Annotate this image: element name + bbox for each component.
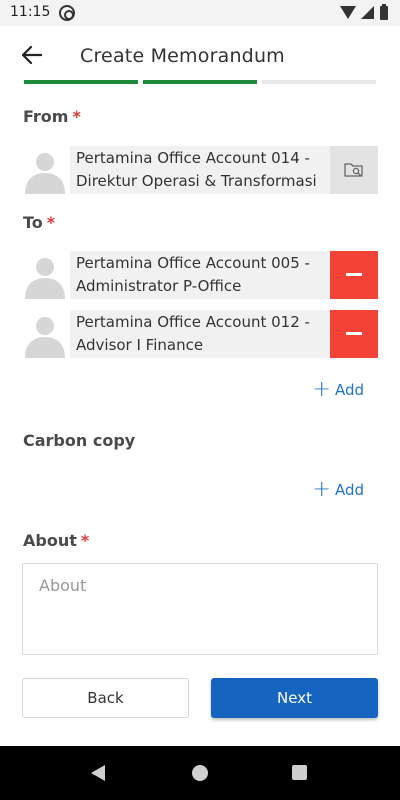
app-bar: Create Memorandum (0, 26, 400, 84)
at-sign-icon (59, 5, 75, 21)
about-input[interactable] (22, 563, 378, 655)
signal-icon (361, 6, 374, 19)
to-recipient-row: Pertamina Office Account 005 - Administr… (22, 251, 378, 299)
from-label: From * (23, 107, 81, 126)
avatar-placeholder-icon (22, 253, 68, 299)
carbon-copy-label: Carbon copy (23, 431, 136, 450)
avatar-placeholder-icon (22, 312, 68, 358)
progress-step-1 (24, 80, 138, 84)
wifi-icon (340, 6, 356, 19)
nav-recents-icon[interactable] (292, 765, 307, 780)
status-time: 11:15 (10, 4, 51, 20)
nav-home-icon[interactable] (192, 765, 208, 781)
remove-recipient-button[interactable] (330, 310, 378, 358)
to-recipient-line1: Pertamina Office Account 012 - (76, 313, 310, 331)
plus-icon: + (312, 477, 331, 502)
from-person-name: Pertamina Office Account 014 - Direktur … (70, 146, 330, 194)
progress-step-2 (143, 80, 257, 84)
to-label: To * (23, 213, 55, 232)
to-label-text: To (23, 213, 43, 232)
status-bar: 11:15 (0, 0, 400, 26)
battery-icon (380, 4, 388, 20)
remove-recipient-button[interactable] (330, 251, 378, 299)
to-recipient-line2: Administrator P-Office (76, 277, 242, 295)
add-recipient-label: Add (334, 381, 364, 399)
from-person-line2: Direktur Operasi & Transformasi (76, 172, 317, 190)
to-recipient-line2: Advisor I Finance (76, 336, 204, 354)
from-person-row: Pertamina Office Account 014 - Direktur … (22, 146, 378, 194)
add-carbon-copy-button[interactable]: + Add (312, 477, 364, 502)
step-progress (24, 80, 376, 84)
next-button[interactable]: Next (211, 678, 378, 718)
select-sender-button[interactable] (330, 146, 378, 194)
to-recipient-line1: Pertamina Office Account 005 - (76, 254, 310, 272)
nav-back-icon[interactable] (91, 765, 105, 781)
about-label: About * (23, 531, 89, 550)
system-nav-bar (0, 746, 400, 800)
from-label-text: From (23, 107, 69, 126)
add-recipient-button[interactable]: + Add (312, 377, 364, 402)
to-recipient-name: Pertamina Office Account 012 - Advisor I… (70, 310, 330, 358)
avatar-placeholder-icon (22, 148, 68, 194)
plus-icon: + (312, 377, 331, 402)
progress-step-3 (262, 80, 376, 84)
from-person-line1: Pertamina Office Account 014 - (76, 149, 310, 167)
arrow-left-icon[interactable] (22, 46, 42, 64)
status-icons (340, 4, 392, 21)
required-mark: * (72, 107, 81, 126)
to-recipient-row: Pertamina Office Account 012 - Advisor I… (22, 310, 378, 358)
folder-search-icon (344, 163, 363, 177)
add-carbon-copy-label: Add (334, 481, 364, 499)
about-label-text: About (23, 531, 77, 550)
back-button[interactable]: Back (22, 678, 189, 718)
page-title: Create Memorandum (80, 45, 285, 67)
required-mark: * (46, 213, 56, 232)
required-mark: * (80, 531, 90, 550)
to-recipient-name: Pertamina Office Account 005 - Administr… (70, 251, 330, 299)
